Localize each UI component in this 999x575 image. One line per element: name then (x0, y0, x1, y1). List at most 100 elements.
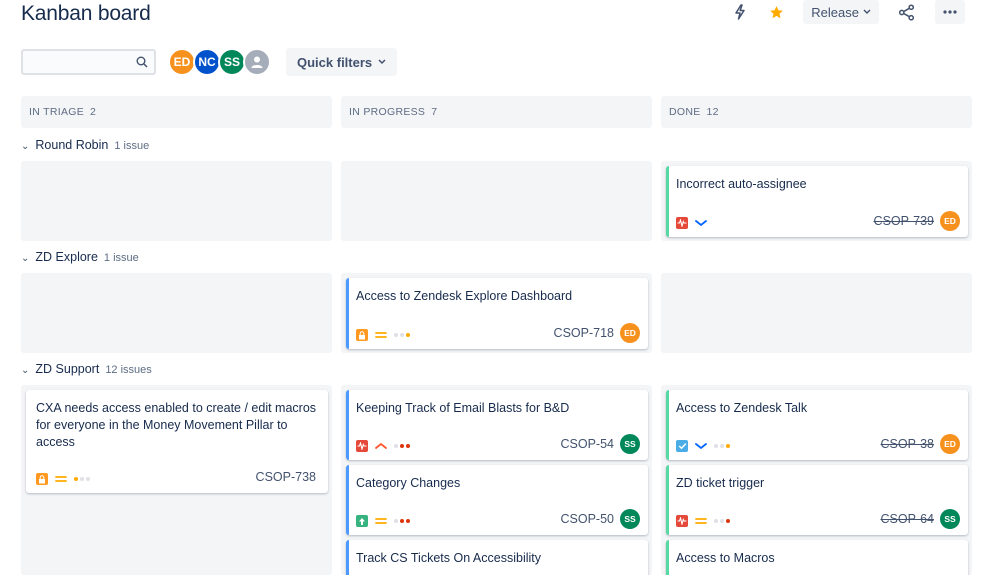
avatar-filter-ed[interactable]: ED (168, 48, 196, 76)
card-title: Access to Macros (676, 551, 775, 565)
issue-card-csop-54[interactable]: Keeping Track of Email Blasts for B&D CS… (346, 390, 648, 460)
issue-card-access-to-macros[interactable]: Access to Macros (666, 540, 968, 575)
issue-card-csop-739[interactable]: Incorrect auto-assignee CSOP-739 ED (666, 166, 968, 237)
lock-icon (356, 329, 368, 341)
column-header-in-triage[interactable]: IN TRIAGE 2 (21, 96, 332, 128)
issue-key: CSOP-38 (880, 437, 935, 451)
search-icon (136, 56, 148, 68)
issue-key: CSOP-738 (255, 470, 316, 484)
card-meta (356, 515, 410, 527)
page-title: Kanban board (21, 2, 151, 25)
issue-card-csop-718[interactable]: Access to Zendesk Explore Dashboard CSOP… (346, 278, 648, 349)
share-button[interactable] (891, 0, 921, 24)
user-icon (251, 56, 263, 68)
progress-dots-icon (394, 519, 410, 523)
issue-card-csop-738[interactable]: CXA needs access enabled to create / edi… (26, 390, 328, 493)
swimlane-name: ZD Explore (35, 250, 98, 264)
card-title: CXA needs access enabled to create / edi… (36, 401, 317, 449)
more-icon (943, 10, 957, 14)
assignee-filter-avatars: ED NC SS (168, 48, 271, 76)
assignee-avatar[interactable]: SS (940, 509, 960, 529)
issue-card-csop-38[interactable]: Access to Zendesk Talk CSOP-38 ED (666, 390, 968, 460)
priority-high-icon (375, 442, 387, 449)
swimlane-count: 12 issues (105, 364, 152, 376)
card-title: Access to Zendesk Explore Dashboard (356, 289, 573, 303)
issue-key: CSOP-64 (880, 512, 935, 526)
quick-filters-label: Quick filters (297, 54, 373, 70)
kanban-page: Kanban board Release ED NC SS Quick filt… (0, 0, 999, 575)
assignee-avatar[interactable]: ED (620, 323, 640, 343)
card-meta (676, 217, 707, 229)
swimlane-header-round-robin[interactable]: ⌄ Round Robin 1 issue (21, 138, 149, 152)
card-meta (356, 329, 410, 341)
more-actions-button[interactable] (935, 0, 965, 24)
card-title: Incorrect auto-assignee (676, 177, 807, 191)
column-name: IN PROGRESS (349, 106, 426, 118)
swimlane-name: Round Robin (35, 138, 109, 152)
cell-zd-support-in-progress: Keeping Track of Email Blasts for B&D CS… (341, 385, 652, 575)
assignee-avatar[interactable]: ED (940, 434, 960, 454)
column-count: 7 (431, 106, 438, 118)
priority-low-icon (695, 443, 707, 450)
card-meta (36, 473, 90, 485)
card-meta (356, 440, 410, 452)
progress-dots-icon (74, 477, 90, 481)
issue-card-csop-50[interactable]: Category Changes CSOP-50 SS (346, 465, 648, 535)
assignee-avatar[interactable]: SS (620, 509, 640, 529)
issue-key: CSOP-50 (560, 512, 615, 526)
star-button[interactable] (761, 0, 791, 24)
chevron-down-icon: ⌄ (21, 365, 30, 376)
avatar-filter-nc[interactable]: NC (193, 48, 221, 76)
swimlane-count: 1 issue (103, 252, 139, 264)
column-header-done[interactable]: DONE 12 (661, 96, 972, 128)
release-label: Release (811, 4, 859, 20)
priority-medium-icon (55, 476, 67, 482)
cell-round-robin-in-triage (21, 161, 332, 241)
avatar-filter-unassigned[interactable] (243, 48, 271, 76)
card-meta (676, 515, 730, 527)
issue-card-csop-64[interactable]: ZD ticket trigger CSOP-64 SS (666, 465, 968, 535)
chevron-down-icon: ⌄ (21, 141, 30, 152)
issue-card-track-cs-tickets[interactable]: Track CS Tickets On Accessibility (346, 540, 648, 575)
cell-zd-explore-done (661, 273, 972, 353)
top-actions: Release (725, 0, 965, 24)
cell-round-robin-in-progress (341, 161, 652, 241)
cell-round-robin-done: Incorrect auto-assignee CSOP-739 ED (661, 161, 972, 241)
card-title: Keeping Track of Email Blasts for B&D (356, 401, 570, 415)
assignee-avatar[interactable]: SS (620, 434, 640, 454)
issue-key: CSOP-739 (873, 214, 934, 228)
incident-icon (676, 515, 688, 527)
issue-key: CSOP-718 (553, 326, 614, 340)
avatar-filter-ss[interactable]: SS (218, 48, 246, 76)
assignee-avatar[interactable]: ED (940, 211, 960, 231)
card-meta (676, 440, 730, 452)
lightning-icon (735, 4, 746, 20)
search-input[interactable] (23, 51, 154, 73)
share-icon (898, 3, 914, 21)
incident-icon (676, 217, 688, 229)
card-title: Category Changes (356, 476, 461, 490)
release-button[interactable]: Release (803, 0, 879, 24)
swimlane-name: ZD Support (35, 362, 100, 376)
automation-button[interactable] (725, 0, 755, 24)
cell-zd-support-in-triage: CXA needs access enabled to create / edi… (21, 385, 332, 575)
lock-icon (36, 473, 48, 485)
quick-filters-button[interactable]: Quick filters (286, 48, 398, 76)
improvement-icon (356, 515, 368, 527)
swimlane-header-zd-explore[interactable]: ⌄ ZD Explore 1 issue (21, 250, 139, 264)
swimlane-header-zd-support[interactable]: ⌄ ZD Support 12 issues (21, 362, 152, 376)
priority-low-icon (695, 220, 707, 227)
cell-zd-support-done: Access to Zendesk Talk CSOP-38 ED ZD tic… (661, 385, 972, 575)
cell-zd-explore-in-progress: Access to Zendesk Explore Dashboard CSOP… (341, 273, 652, 353)
progress-dots-icon (714, 444, 730, 448)
card-title: ZD ticket trigger (676, 476, 765, 490)
incident-icon (356, 440, 368, 452)
priority-medium-icon (375, 518, 387, 524)
progress-dots-icon (394, 333, 410, 337)
swimlane-count: 1 issue (114, 140, 150, 152)
progress-dots-icon (714, 519, 730, 523)
column-header-in-progress[interactable]: IN PROGRESS 7 (341, 96, 652, 128)
star-icon (769, 5, 783, 18)
priority-medium-icon (695, 518, 707, 524)
chevron-down-icon (378, 59, 386, 65)
